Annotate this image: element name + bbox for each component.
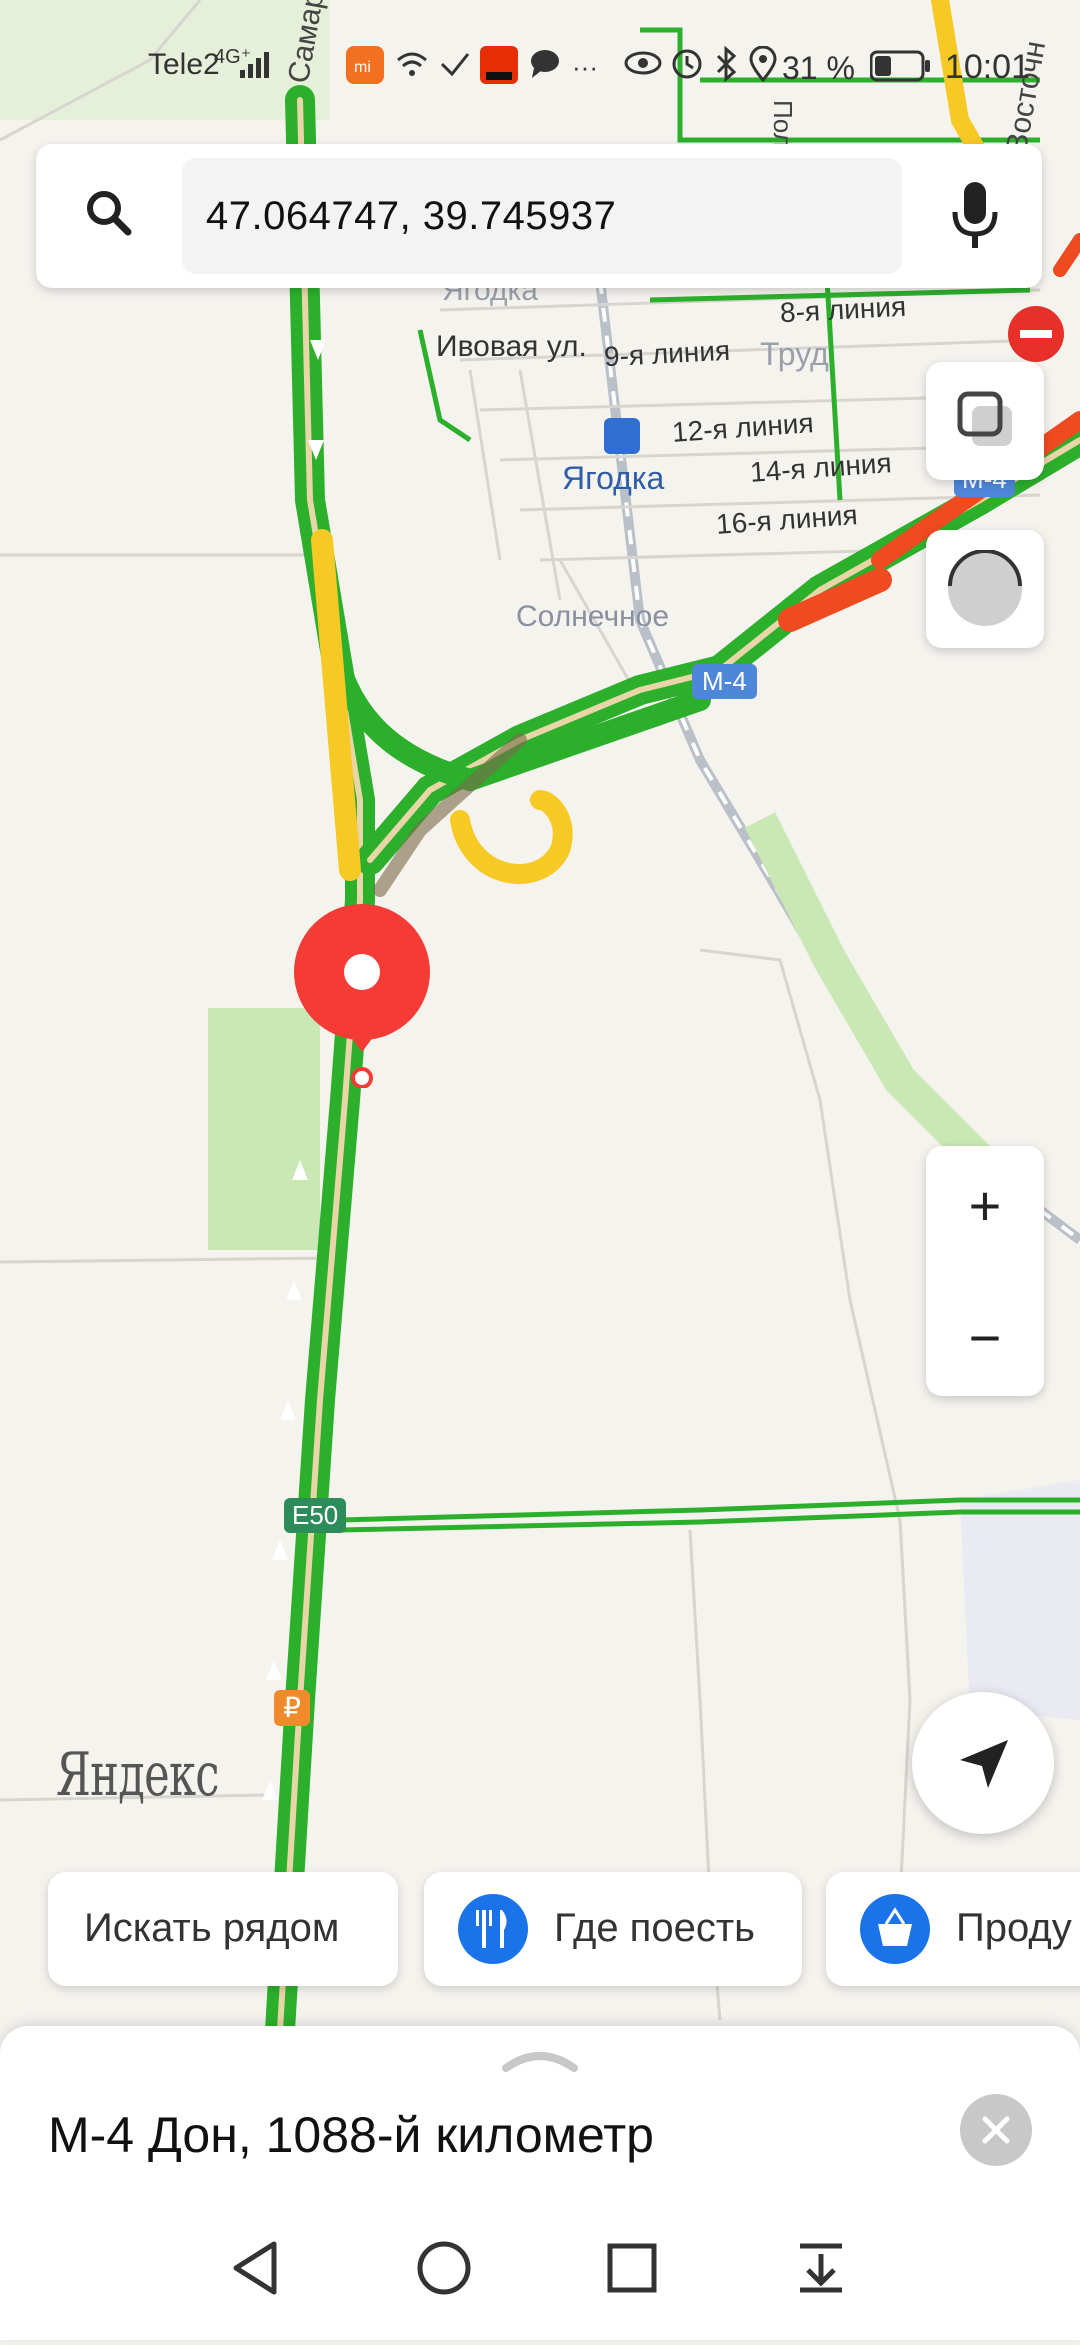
- navigation-arrow-icon: [956, 1736, 1012, 1797]
- chip-label: Где поесть: [554, 1906, 755, 1950]
- home-circle-icon[interactable]: [416, 2240, 472, 2301]
- map-label-street: 9-я линия: [603, 334, 731, 373]
- chevron-up-icon[interactable]: [502, 2046, 578, 2077]
- place-title: М-4 Дон, 1088-й километр: [48, 2107, 654, 2163]
- zoom-in-button[interactable]: +: [926, 1146, 1044, 1264]
- train-station-icon: [604, 418, 640, 454]
- basket-icon: [860, 1894, 930, 1964]
- my-location-button[interactable]: [912, 1692, 1054, 1834]
- carrier-label: Tele2: [148, 48, 220, 81]
- zoom-out-button[interactable]: −: [926, 1278, 1044, 1396]
- search-query[interactable]: 47.064747, 39.745937: [206, 194, 616, 239]
- bluetooth-icon: [714, 45, 738, 87]
- layers-icon: [956, 390, 1016, 455]
- aliexpress-icon: [480, 46, 518, 89]
- wifi-icon: [394, 46, 430, 87]
- battery-icon: [869, 50, 932, 87]
- map-canvas[interactable]: Ягодка Ивовая ул. 8-я линия 9-я линия Тр…: [0, 0, 1080, 2340]
- chat-icon: [528, 46, 562, 85]
- nfc-icon: [438, 46, 472, 85]
- yandex-logo: Яндекс: [56, 1740, 219, 1810]
- svg-text:mi: mi: [354, 59, 371, 76]
- traffic-button[interactable]: [926, 530, 1044, 648]
- map-label-station: Ягодка: [562, 460, 665, 496]
- road-badge-e50: E50: [284, 1498, 347, 1533]
- more-icon: ···: [572, 52, 598, 82]
- search-bar[interactable]: 47.064747, 39.745937: [36, 144, 1042, 288]
- search-icon[interactable]: [84, 188, 134, 243]
- eye-icon: [624, 46, 662, 85]
- recents-square-icon[interactable]: [606, 2240, 658, 2301]
- system-nav-bar: [0, 2210, 1080, 2340]
- atm-icon: ₽: [274, 1690, 310, 1726]
- location-pin[interactable]: [292, 902, 432, 1089]
- location-icon: [748, 45, 778, 87]
- zoom-controls: + −: [926, 1146, 1044, 1396]
- road-closed-icon[interactable]: [1008, 306, 1064, 362]
- layers-button[interactable]: [926, 362, 1044, 480]
- map-label-village: Труд: [760, 336, 829, 372]
- mi-icon: mi: [346, 46, 384, 89]
- clock: 10:01: [944, 48, 1030, 86]
- status-bar: Tele2 4G⁺ mi ··· 31 % 10:01: [0, 0, 1080, 130]
- notification-pulldown-icon[interactable]: [796, 2240, 846, 2301]
- microphone-icon[interactable]: [950, 180, 1000, 257]
- close-icon: [982, 2116, 1010, 2149]
- chip-groceries[interactable]: Проду: [826, 1872, 1080, 1986]
- chip-search-nearby[interactable]: Искать рядом: [48, 1872, 398, 1986]
- search-input[interactable]: 47.064747, 39.745937: [182, 158, 902, 274]
- fork-knife-icon: [458, 1894, 528, 1964]
- traffic-light-icon: [946, 549, 1024, 633]
- map-label-street: 8-я линия: [779, 290, 907, 329]
- battery-percent: 31 %: [782, 50, 855, 86]
- map-label-village: Солнечное: [516, 600, 670, 633]
- close-button[interactable]: [960, 2094, 1032, 2166]
- chip-label: Искать рядом: [84, 1906, 340, 1950]
- chip-label: Проду: [956, 1906, 1072, 1950]
- back-triangle-icon[interactable]: [230, 2240, 280, 2301]
- alarm-icon: [670, 46, 704, 85]
- road-badge-m4: М-4: [692, 664, 757, 699]
- signal-icon: [240, 50, 276, 83]
- map-label-street: Ивовая ул.: [436, 330, 587, 363]
- chip-where-to-eat[interactable]: Где поесть: [424, 1872, 802, 1986]
